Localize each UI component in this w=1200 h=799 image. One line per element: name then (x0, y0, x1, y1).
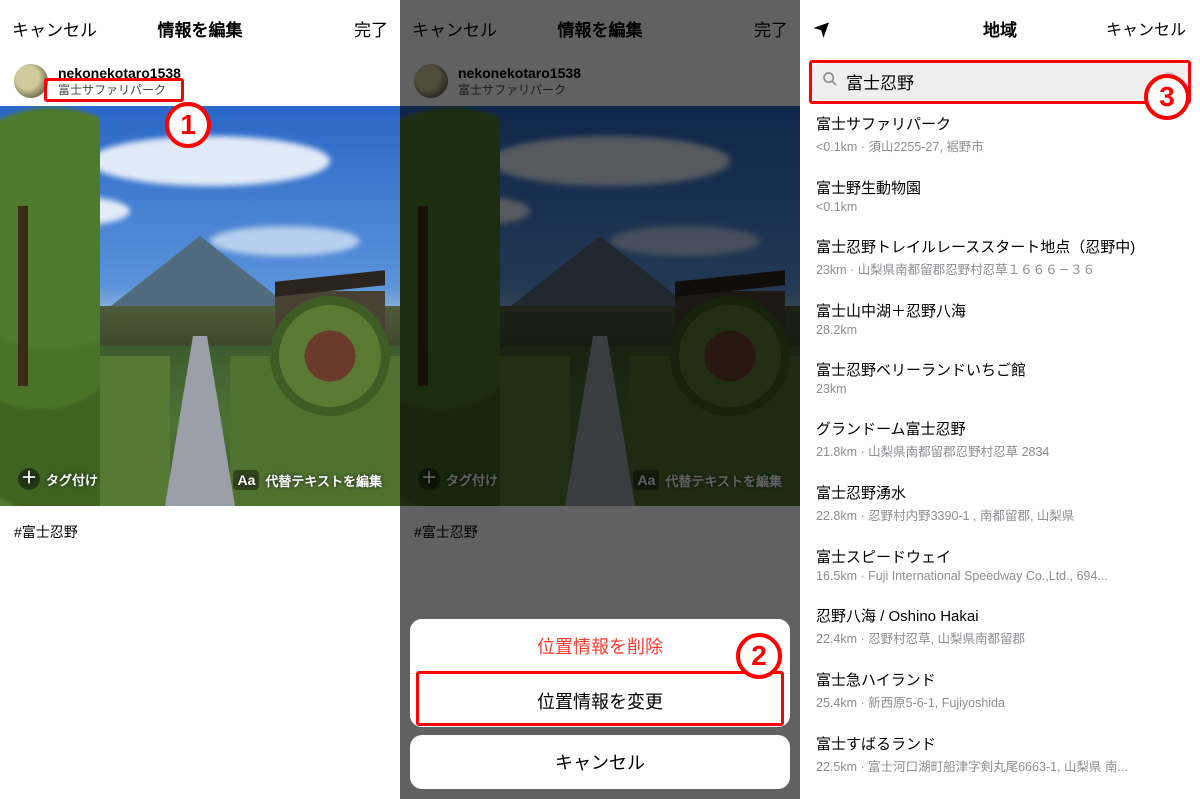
sheet-cancel-button[interactable]: キャンセル (410, 735, 790, 789)
location-result[interactable]: 富士すばるランド 22.5km · 富士河口湖町船津字剣丸尾6663-1, 山梨県… (800, 722, 1200, 786)
edit-info-screen: キャンセル 情報を編集 完了 nekonekotaro1538 富士サファリパー… (0, 0, 400, 799)
change-location-button[interactable]: 位置情報を変更 (410, 673, 790, 727)
result-meta: 25.4km · 新西原5-6-1, Fujiyoshida (816, 692, 1184, 711)
search-icon (822, 71, 838, 92)
result-name: 富士忍野湧水 (816, 482, 1184, 503)
result-meta: 28.2km (816, 323, 1184, 337)
search-results: 富士サファリパーク <0.1km · 須山2255-27, 裾野市富士野生動物園 <… (800, 102, 1200, 786)
result-meta: <0.1km (816, 200, 1184, 214)
result-meta: 21.8km · 山梨県南都留郡忍野村忍草 2834 (816, 441, 1184, 460)
location-result[interactable]: 富士山中湖＋忍野八海 28.2km (800, 289, 1200, 348)
done-button[interactable]: 完了 (354, 16, 388, 41)
result-name: 富士サファリパーク (816, 113, 1184, 134)
result-meta: 23km (816, 382, 1184, 396)
location-result[interactable]: 富士忍野ベリーランドいちご館 23km (800, 348, 1200, 407)
result-name: 富士急ハイランド (816, 669, 1184, 690)
location-result[interactable]: 富士スピードウェイ 16.5km · Fuji International Spe… (800, 535, 1200, 594)
action-sheet: 位置情報を削除 位置情報を変更 キャンセル (410, 619, 790, 789)
result-name: 忍野八海 / Oshino Hakai (816, 605, 1184, 626)
plus-icon: ＋ (18, 468, 40, 490)
edit-info-screen-actionsheet: キャンセル 情報を編集 完了 nekonekotaro1538 富士サファリパー… (400, 0, 800, 799)
location-result[interactable]: 富士急ハイランド 25.4km · 新西原5-6-1, Fujiyoshida (800, 658, 1200, 722)
clear-icon[interactable]: ✕ (1160, 72, 1178, 90)
location-result[interactable]: 富士野生動物園 <0.1km (800, 166, 1200, 225)
search-input[interactable] (846, 71, 1152, 91)
username: nekonekotaro1538 (58, 65, 181, 81)
result-name: 富士スピードウェイ (816, 546, 1184, 567)
author-row[interactable]: nekonekotaro1538 富士サファリパーク (0, 56, 400, 106)
result-name: 富士山中湖＋忍野八海 (816, 300, 1184, 321)
result-meta: 22.8km · 忍野村内野3390-1 , 南都留郡, 山梨県 (816, 505, 1184, 524)
header: ➤ 地域 キャンセル (800, 0, 1200, 56)
result-meta: 23km · 山梨県南都留郡忍野村忍草１６６６－３６ (816, 259, 1184, 278)
caption-text[interactable]: #富士忍野 (0, 506, 400, 558)
cancel-button[interactable]: キャンセル (1106, 16, 1186, 40)
result-meta: 16.5km · Fuji International Speedway Co.… (816, 569, 1184, 583)
header: キャンセル 情報を編集 完了 (0, 0, 400, 56)
aa-icon: Aa (233, 470, 259, 490)
cancel-button[interactable]: キャンセル (12, 16, 97, 41)
edit-alt-label: 代替テキストを編集 (265, 471, 382, 490)
result-name: 富士忍野ベリーランドいちご館 (816, 359, 1184, 380)
header-title: 情報を編集 (158, 16, 243, 41)
result-name: 富士野生動物園 (816, 177, 1184, 198)
result-name: グランドーム富士忍野 (816, 418, 1184, 439)
result-meta: <0.1km · 須山2255-27, 裾野市 (816, 136, 1184, 155)
post-photo[interactable]: ＋ タグ付け Aa 代替テキストを編集 (0, 106, 400, 506)
location-label[interactable]: 富士サファリパーク (58, 81, 181, 98)
location-result[interactable]: 富士忍野湧水 22.8km · 忍野村内野3390-1 , 南都留郡, 山梨県 (800, 471, 1200, 535)
edit-alt-button[interactable]: Aa 代替テキストを編集 (223, 464, 392, 496)
location-arrow-icon[interactable]: ➤ (808, 12, 839, 43)
result-name: 富士すばるランド (816, 733, 1184, 754)
location-search-screen: ➤ 地域 キャンセル ✕ 富士サファリパーク <0.1km · 須山2255-27… (800, 0, 1200, 799)
result-name: 富士忍野トレイルレーススタート地点（忍野中) (816, 236, 1184, 257)
delete-location-button[interactable]: 位置情報を削除 (410, 619, 790, 673)
location-result[interactable]: 忍野八海 / Oshino Hakai 22.4km · 忍野村忍草, 山梨県南都… (800, 594, 1200, 658)
location-result[interactable]: 富士忍野トレイルレーススタート地点（忍野中) 23km · 山梨県南都留郡忍野村忍… (800, 225, 1200, 289)
header-title: 地域 (983, 16, 1017, 41)
tag-people-label: タグ付け (46, 470, 98, 489)
avatar (14, 64, 48, 98)
tag-people-button[interactable]: ＋ タグ付け (8, 462, 108, 496)
location-result[interactable]: 富士サファリパーク <0.1km · 須山2255-27, 裾野市 (800, 102, 1200, 166)
search-bar[interactable]: ✕ (812, 62, 1188, 100)
result-meta: 22.5km · 富士河口湖町船津字剣丸尾6663-1, 山梨県 南... (816, 756, 1184, 775)
result-meta: 22.4km · 忍野村忍草, 山梨県南都留郡 (816, 628, 1184, 647)
location-result[interactable]: グランドーム富士忍野 21.8km · 山梨県南都留郡忍野村忍草 2834 (800, 407, 1200, 471)
